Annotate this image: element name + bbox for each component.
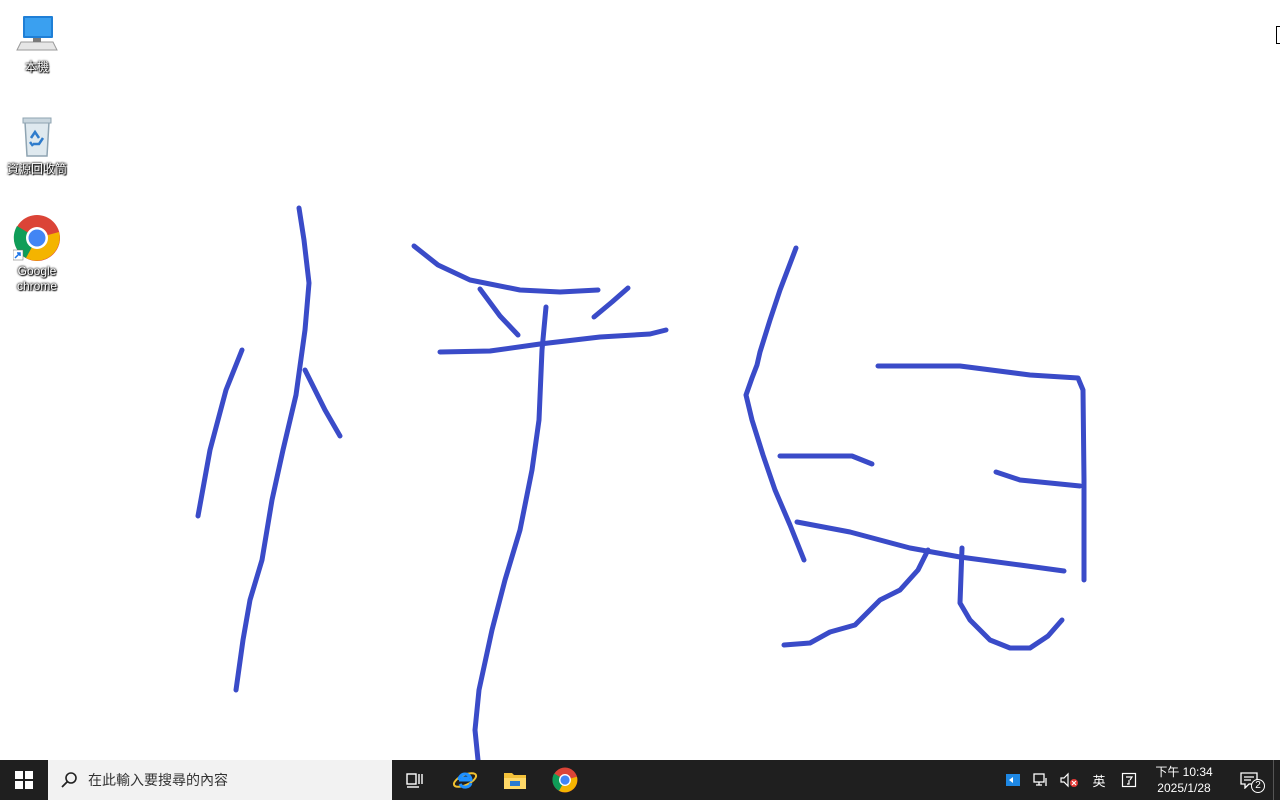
chrome-icon [552, 767, 578, 793]
taskbar: 在此輸入要搜尋的內容 英 下午 10:34 2025/1/28 2 [0, 760, 1280, 800]
taskbar-clock[interactable]: 下午 10:34 2025/1/28 [1147, 760, 1221, 800]
ink-stroke [743, 245, 807, 563]
ink-stroke [794, 519, 1067, 574]
taskbar-chrome[interactable] [540, 760, 590, 800]
clock-date: 2025/1/28 [1157, 781, 1211, 795]
tray-app-icon[interactable] [999, 760, 1027, 800]
start-button[interactable] [0, 760, 48, 800]
ink-stroke [411, 243, 601, 295]
show-desktop-button[interactable] [1273, 760, 1280, 800]
ink-stroke [993, 469, 1083, 489]
notification-center-button[interactable]: 2 [1225, 760, 1273, 800]
system-tray: 英 下午 10:34 2025/1/28 2 [999, 760, 1280, 800]
volume-muted-icon [1060, 772, 1078, 788]
file-explorer-icon [504, 773, 526, 789]
desktop: 本機 資源回收筒 Google chrome [0, 0, 1280, 760]
ime-mode-icon [1121, 772, 1137, 788]
clock-time: 下午 10:34 [1155, 765, 1213, 779]
ink-stroke [591, 285, 631, 320]
taskbar-file-explorer[interactable] [490, 760, 540, 800]
tray-network[interactable] [1027, 760, 1055, 800]
network-icon [1033, 773, 1047, 786]
tray-volume[interactable] [1055, 760, 1083, 800]
search-placeholder: 在此輸入要搜尋的內容 [88, 772, 228, 788]
ink-stroke [477, 286, 521, 338]
ime-indicator[interactable]: 英 [1083, 760, 1115, 800]
ink-drawing [195, 205, 1087, 760]
remote-app-icon [1006, 774, 1020, 786]
internet-explorer-icon [452, 772, 478, 789]
taskbar-search-box[interactable]: 在此輸入要搜尋的內容 [48, 760, 392, 800]
task-view-icon [406, 773, 423, 788]
ink-stroke [437, 327, 669, 355]
ink-stroke [781, 547, 931, 648]
task-view-button[interactable] [392, 760, 440, 800]
search-icon [61, 772, 77, 788]
window-edge-marker [1276, 26, 1280, 44]
ink-stroke [195, 347, 245, 519]
ink-stroke [777, 453, 875, 467]
windows-logo-icon [15, 771, 33, 789]
ink-stroke [472, 304, 549, 760]
taskbar-internet-explorer[interactable] [440, 760, 490, 800]
ink-stroke [302, 367, 343, 439]
tray-ime-mode[interactable] [1115, 760, 1143, 800]
notification-count-badge: 2 [1251, 779, 1265, 793]
ink-stroke [233, 205, 312, 693]
